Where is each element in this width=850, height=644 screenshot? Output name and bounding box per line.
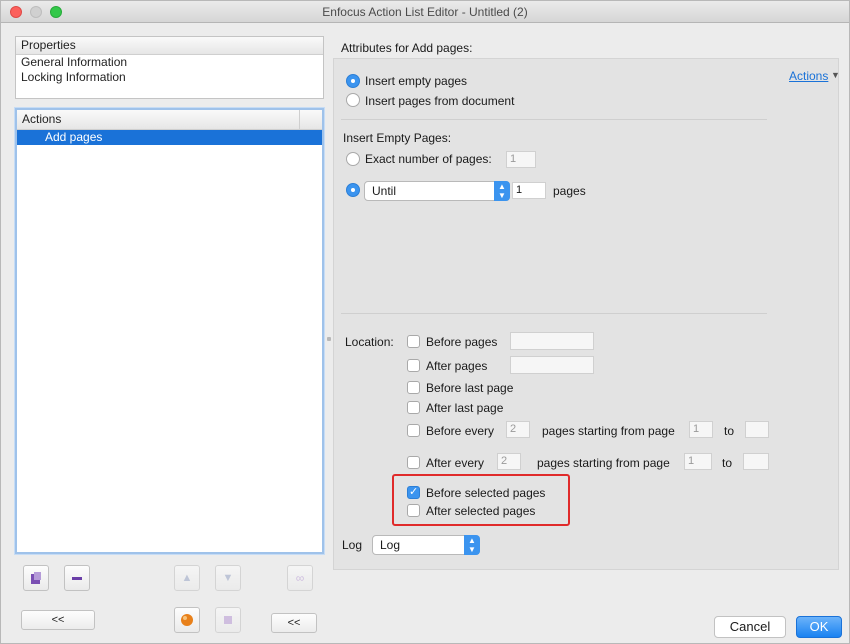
before-every-start-input[interactable]: 1: [689, 421, 713, 438]
after-pages-label: After pages: [426, 359, 488, 373]
after-every-checkbox[interactable]: [407, 456, 420, 469]
record-button[interactable]: [174, 607, 200, 633]
attributes-title: Attributes for Add pages:: [341, 41, 473, 55]
actions-menu-link[interactable]: Actions: [789, 69, 828, 83]
before-every-label: Before every: [426, 424, 495, 438]
insert-from-document-label: Insert pages from document: [365, 94, 515, 108]
record-icon: [175, 608, 199, 632]
until-radio[interactable]: [346, 183, 360, 197]
insert-empty-pages-section-title: Insert Empty Pages:: [343, 131, 452, 145]
before-every-checkbox[interactable]: [407, 424, 420, 437]
add-action-icon: [24, 566, 48, 590]
properties-list: Properties General Information Locking I…: [15, 36, 324, 99]
before-pages-checkbox[interactable]: [407, 335, 420, 348]
before-pages-input[interactable]: [510, 332, 594, 350]
move-up-button[interactable]: ▲: [174, 565, 200, 591]
after-pages-input[interactable]: [510, 356, 594, 374]
remove-action-button[interactable]: [64, 565, 90, 591]
divider: [341, 313, 767, 314]
title-bar[interactable]: Enfocus Action List Editor - Untitled (2…: [1, 1, 849, 23]
action-list-editor-window: Enfocus Action List Editor - Untitled (2…: [0, 0, 850, 644]
properties-header: Properties: [16, 37, 323, 55]
after-every-end-input[interactable]: [743, 453, 769, 470]
log-select[interactable]: Log ▲ ▼: [372, 535, 480, 555]
before-every-to-label: to: [724, 424, 735, 438]
caret-down-icon[interactable]: ▼: [831, 70, 840, 80]
move-down-button[interactable]: ▼: [215, 565, 241, 591]
insert-empty-pages-radio[interactable]: [346, 74, 360, 88]
exact-number-radio[interactable]: [346, 152, 360, 166]
splitter-handle[interactable]: [327, 337, 331, 341]
after-every-label: After every: [426, 456, 485, 470]
column-separator: [299, 110, 300, 129]
location-label: Location:: [345, 335, 394, 349]
arrow-down-icon: ▼: [222, 572, 234, 584]
after-every-input[interactable]: 2: [497, 453, 521, 470]
minus-icon: [65, 566, 89, 590]
after-every-start-input[interactable]: 1: [684, 453, 712, 470]
exact-number-input[interactable]: 1: [506, 151, 536, 168]
glasses-icon: ∞: [295, 571, 305, 585]
ok-button[interactable]: OK: [796, 616, 842, 638]
after-last-page-checkbox[interactable]: [407, 401, 420, 414]
actions-header-label: Actions: [22, 112, 62, 126]
insert-from-document-radio[interactable]: [346, 93, 360, 107]
until-select[interactable]: Until ▲ ▼: [364, 181, 510, 201]
before-every-input[interactable]: 2: [506, 421, 530, 438]
updown-arrows-icon: ▲ ▼: [464, 535, 480, 555]
preview-button[interactable]: ∞: [287, 565, 313, 591]
log-label: Log: [342, 538, 363, 552]
insert-empty-pages-label: Insert empty pages: [365, 74, 468, 88]
collapse-left-button[interactable]: <<: [21, 610, 95, 630]
until-pages-suffix: pages: [553, 184, 586, 198]
before-every-suffix: pages starting from page: [542, 424, 675, 438]
after-last-page-label: After last page: [426, 401, 504, 415]
window-title: Enfocus Action List Editor - Untitled (2…: [322, 5, 528, 19]
before-last-page-label: Before last page: [426, 381, 514, 395]
properties-item-locking-information[interactable]: Locking Information: [16, 70, 323, 85]
before-every-end-input[interactable]: [745, 421, 769, 438]
until-pages-input[interactable]: 1: [512, 182, 546, 199]
before-last-page-checkbox[interactable]: [407, 381, 420, 394]
actions-item-add-pages[interactable]: Add pages: [17, 130, 322, 145]
after-every-to-label: to: [722, 456, 733, 470]
after-pages-checkbox[interactable]: [407, 359, 420, 372]
add-action-button[interactable]: [23, 565, 49, 591]
divider: [341, 119, 767, 120]
stop-icon: [216, 608, 240, 632]
log-select-value: Log: [380, 538, 401, 552]
collapse-right-button[interactable]: <<: [271, 613, 317, 633]
until-select-value: Until: [372, 184, 397, 198]
highlight-box: [392, 474, 570, 526]
actions-list[interactable]: Actions Add pages: [15, 108, 324, 554]
exact-number-label: Exact number of pages:: [365, 152, 492, 166]
before-pages-label: Before pages: [426, 335, 498, 349]
stop-button[interactable]: [215, 607, 241, 633]
after-every-suffix: pages starting from page: [537, 456, 670, 470]
cancel-button[interactable]: Cancel: [714, 616, 786, 638]
updown-arrows-icon: ▲ ▼: [494, 181, 510, 201]
arrow-up-icon: ▲: [181, 572, 193, 584]
actions-header: Actions: [17, 110, 322, 130]
properties-item-general-information[interactable]: General Information: [16, 55, 323, 70]
